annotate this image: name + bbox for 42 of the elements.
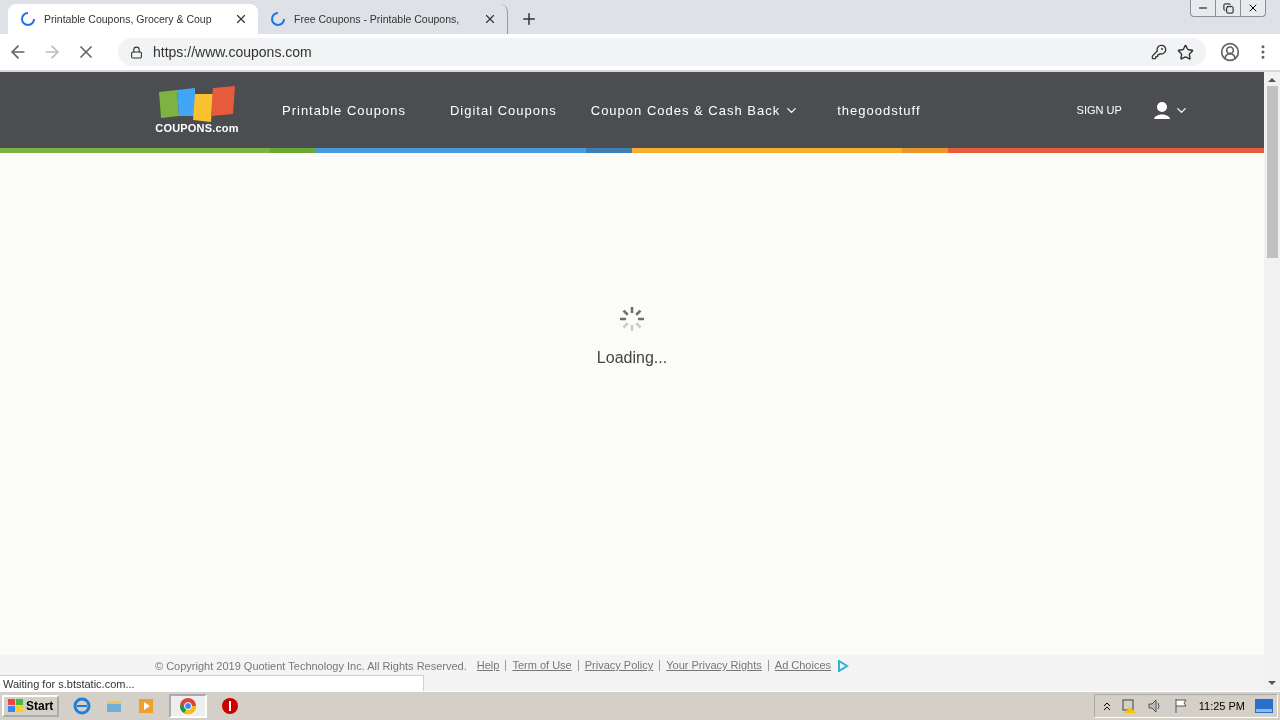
- loading-icon: [20, 11, 36, 27]
- logo-icon[interactable]: [157, 86, 237, 122]
- footer-link[interactable]: Privacy Policy: [577, 660, 660, 671]
- close-icon[interactable]: [1247, 2, 1259, 14]
- footer-link[interactable]: Term of Use: [505, 660, 578, 671]
- sign-up-link[interactable]: SIGN UP: [1076, 104, 1122, 116]
- nav-link[interactable]: thegoodstuff: [837, 102, 921, 118]
- key-icon[interactable]: [1151, 44, 1167, 60]
- start-button[interactable]: Start: [2, 695, 60, 717]
- browser-tab[interactable]: Free Coupons - Printable Coupons,: [258, 4, 508, 34]
- scroll-thumb[interactable]: [1266, 86, 1278, 258]
- loading-icon: [270, 11, 286, 27]
- show-hidden-icon[interactable]: [1102, 701, 1111, 711]
- scroll-up-icon[interactable]: [1268, 76, 1276, 84]
- account-icon[interactable]: [1220, 42, 1240, 62]
- windows-logo-icon: [8, 699, 24, 713]
- browser-tab[interactable]: Printable Coupons, Grocery & Coup: [8, 4, 258, 34]
- close-icon[interactable]: [234, 12, 248, 26]
- lock-icon: [130, 45, 143, 59]
- footer-link[interactable]: Your Privacy Rights: [659, 660, 768, 671]
- status-bubble: Waiting for s.btstatic.com...: [0, 675, 424, 691]
- new-tab-icon[interactable]: [520, 10, 538, 28]
- scroll-down-icon[interactable]: [1268, 679, 1276, 687]
- flag-icon[interactable]: [1172, 698, 1189, 714]
- logo-text: COUPONS.com: [155, 122, 239, 134]
- clock-text[interactable]: 11:25 PM: [1198, 700, 1245, 712]
- loading-text: Loading...: [596, 349, 668, 367]
- footer-link[interactable]: Ad Choices: [767, 660, 838, 671]
- restore-icon[interactable]: [1222, 2, 1234, 14]
- speaker-icon[interactable]: [1146, 698, 1163, 714]
- stop-sign-icon[interactable]: [221, 697, 240, 715]
- nav-link[interactable]: Digital Coupons: [449, 102, 557, 118]
- close-icon[interactable]: [483, 12, 497, 26]
- copyright-text: © Copyright 2019 Quotient Technology Inc. All Rights Reserved.: [155, 660, 467, 672]
- footer-link[interactable]: Help: [470, 660, 506, 671]
- bookmark-star-icon[interactable]: [1177, 43, 1194, 61]
- scrollbar[interactable]: [1264, 72, 1280, 691]
- nav-link[interactable]: Printable Coupons: [282, 102, 406, 118]
- nav-link[interactable]: Coupon Codes & Cash Back: [590, 102, 800, 118]
- chrome-icon[interactable]: [169, 694, 208, 718]
- address-bar[interactable]: https://www.coupons.com: [118, 38, 1206, 66]
- browser-e-icon[interactable]: [73, 697, 92, 715]
